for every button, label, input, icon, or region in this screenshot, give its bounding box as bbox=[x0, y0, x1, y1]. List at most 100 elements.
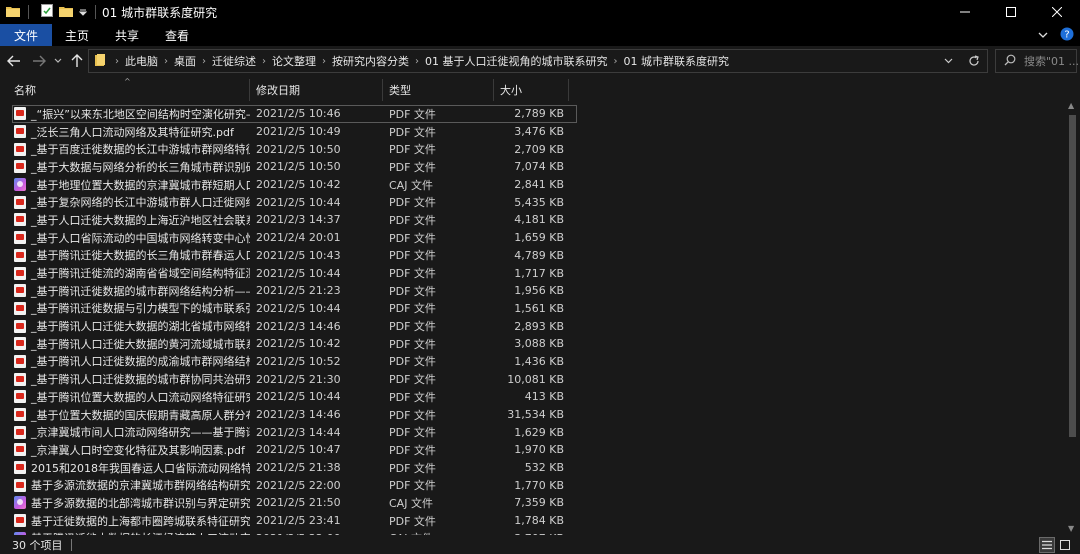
help-icon[interactable]: ? bbox=[1060, 27, 1074, 44]
scrollbar-thumb[interactable] bbox=[1069, 115, 1076, 437]
file-name-cell[interactable]: _京津冀城市间人口流动网络研究——基于腾讯... bbox=[0, 424, 250, 440]
file-name-cell[interactable]: 基于迁徙数据的上海都市圈跨城联系特征研究_... bbox=[0, 513, 250, 529]
tab-file[interactable]: 文件 bbox=[0, 24, 53, 46]
file-row[interactable]: 2015和2018年我国春运人口省际流动网络特征... 2021/2/5 21:3… bbox=[0, 459, 1064, 477]
file-row[interactable]: _京津冀城市间人口流动网络研究——基于腾讯... 2021/2/3 14:44 PD… bbox=[0, 423, 1064, 441]
file-row[interactable]: _泛长三角人口流动网络及其特征研究.pdf 2021/2/5 10:49 PDF 文… bbox=[0, 123, 1064, 141]
breadcrumb-separator[interactable]: › bbox=[614, 56, 618, 67]
expand-ribbon-icon[interactable] bbox=[1038, 28, 1048, 42]
minimize-button[interactable] bbox=[942, 0, 988, 24]
file-name-cell[interactable]: 基于多源数据的北部湾城市群识别与界定研究_... bbox=[0, 495, 250, 511]
breadcrumb-item[interactable]: 此电脑 bbox=[125, 53, 158, 69]
breadcrumb-item[interactable]: 桌面 bbox=[174, 53, 196, 69]
file-size: 532 KB bbox=[524, 461, 564, 475]
file-name-cell[interactable]: 2015和2018年我国春运人口省际流动网络特征... bbox=[0, 460, 250, 476]
file-name-cell[interactable]: _基于大数据与网络分析的长三角城市群识别研... bbox=[0, 159, 250, 175]
file-name-cell[interactable]: _基于腾讯人口迁徙数据的城市群协同共治研究... bbox=[0, 371, 250, 387]
file-row[interactable]: _基于百度迁徙数据的长江中游城市群网络特征... 2021/2/5 10:50 PD… bbox=[0, 140, 1064, 158]
file-row[interactable]: _基于人口省际流动的中国城市网络转变中心性... 2021/2/4 20:01 PD… bbox=[0, 229, 1064, 247]
tab-share[interactable]: 共享 bbox=[102, 24, 152, 46]
breadcrumb-item[interactable]: 01 城市群联系度研究 bbox=[624, 53, 730, 69]
file-type: PDF 文件 bbox=[389, 373, 436, 387]
breadcrumb-item[interactable]: 迁徙综述 bbox=[212, 53, 256, 69]
file-name-cell[interactable]: _基于人口迁徙大数据的上海近沪地区社会联系... bbox=[0, 212, 250, 228]
file-row[interactable]: _基于复杂网络的长江中游城市群人口迁徙网络... 2021/2/5 10:44 PD… bbox=[0, 193, 1064, 211]
quick-access-dropdown-icon[interactable] bbox=[78, 5, 88, 19]
details-view-button[interactable] bbox=[1039, 537, 1055, 553]
file-name-cell[interactable]: 基于腾讯迁徙大数据的长江经济带人口流动空间... bbox=[0, 530, 250, 535]
file-name-cell[interactable]: 基于多源流数据的京津冀城市群网络结构研究.p... bbox=[0, 477, 250, 493]
column-header-date[interactable]: 修改日期 bbox=[250, 79, 383, 101]
file-row[interactable]: 基于迁徙数据的上海都市圈跨城联系特征研究_... 2021/2/5 23:41 PD… bbox=[0, 512, 1064, 530]
file-name-cell[interactable]: _基于腾讯位置大数据的人口流动网络特征研究... bbox=[0, 389, 250, 405]
refresh-button[interactable] bbox=[961, 50, 987, 72]
properties-icon[interactable] bbox=[41, 4, 53, 20]
file-name-cell[interactable]: _基于腾讯迁徙数据与引力模型下的城市联系强... bbox=[0, 300, 250, 316]
tab-view[interactable]: 查看 bbox=[152, 24, 202, 46]
file-name-cell[interactable]: _基于地理位置大数据的京津冀城市群短期人口... bbox=[0, 177, 250, 193]
file-row[interactable]: 基于多源流数据的京津冀城市群网络结构研究.p... 2021/2/5 22:00 P… bbox=[0, 476, 1064, 494]
file-name-cell[interactable]: _基于腾讯迁徙大数据的长三角城市群春运人口... bbox=[0, 247, 250, 263]
forward-button[interactable] bbox=[28, 50, 50, 72]
search-box[interactable]: 搜索"01 ... bbox=[995, 49, 1079, 73]
file-row[interactable]: _京津冀人口时空变化特征及其影响因素.pdf 2021/2/5 10:47 PDF … bbox=[0, 441, 1064, 459]
file-row[interactable]: _基于腾讯位置大数据的人口流动网络特征研究... 2021/2/5 10:44 PD… bbox=[0, 388, 1064, 406]
file-row[interactable]: _基于人口迁徙大数据的上海近沪地区社会联系... 2021/2/3 14:37 PD… bbox=[0, 211, 1064, 229]
file-row[interactable]: _基于位置大数据的国庆假期青藏高原人群分布... 2021/2/3 14:46 PD… bbox=[0, 406, 1064, 424]
breadcrumb-item[interactable]: 论文整理 bbox=[272, 53, 316, 69]
file-row[interactable]: _基于腾讯迁徙数据与引力模型下的城市联系强... 2021/2/5 10:44 PD… bbox=[0, 300, 1064, 318]
file-row[interactable]: _基于腾讯迁徙数据的城市群网络结构分析——... 2021/2/5 21:23 PD… bbox=[0, 282, 1064, 300]
file-row[interactable]: _“振兴”以来东北地区空间结构时空演化研究—... 2021/2/5 10:46 P… bbox=[12, 105, 577, 123]
file-row[interactable]: 基于腾讯迁徙大数据的长江经济带人口流动空间...2021/2/5 22:00CA… bbox=[0, 530, 1064, 535]
address-dropdown-button[interactable] bbox=[935, 50, 961, 72]
file-name-cell[interactable]: _基于复杂网络的长江中游城市群人口迁徙网络... bbox=[0, 194, 250, 210]
column-header-size[interactable]: 大小 bbox=[494, 79, 569, 101]
file-name-cell[interactable]: _“振兴”以来东北地区空间结构时空演化研究—... bbox=[12, 106, 250, 122]
file-name-cell[interactable]: _基于位置大数据的国庆假期青藏高原人群分布... bbox=[0, 407, 250, 423]
file-name-cell[interactable]: _基于腾讯人口迁徙数据的成渝城市群网络结构... bbox=[0, 353, 250, 369]
breadcrumb-separator[interactable]: › bbox=[415, 56, 419, 67]
file-row[interactable]: _基于腾讯人口迁徙数据的成渝城市群网络结构... 2021/2/5 10:52 PD… bbox=[0, 353, 1064, 371]
breadcrumb-separator[interactable]: › bbox=[164, 56, 168, 67]
recent-locations-button[interactable] bbox=[53, 50, 63, 72]
file-type: PDF 文件 bbox=[389, 461, 436, 475]
file-name: 基于多源数据的北部湾城市群识别与界定研究_... bbox=[31, 496, 250, 510]
tab-home[interactable]: 主页 bbox=[52, 24, 102, 46]
file-name: _基于人口迁徙大数据的上海近沪地区社会联系... bbox=[31, 213, 250, 227]
large-icons-view-button[interactable] bbox=[1058, 538, 1072, 552]
file-name-cell[interactable]: _泛长三角人口流动网络及其特征研究.pdf bbox=[0, 124, 250, 140]
breadcrumb-separator[interactable]: › bbox=[322, 56, 326, 67]
file-row[interactable]: _基于腾讯迁徙大数据的长三角城市群春运人口... 2021/2/5 10:43 PD… bbox=[0, 247, 1064, 265]
file-row[interactable]: _基于腾讯人口迁徙大数据的黄河流域城市联系... 2021/2/5 10:42 PD… bbox=[0, 335, 1064, 353]
file-row[interactable]: 基于多源数据的北部湾城市群识别与界定研究_... 2021/2/5 21:50 CA… bbox=[0, 494, 1064, 512]
file-row[interactable]: _基于地理位置大数据的京津冀城市群短期人口... 2021/2/5 10:42 CA… bbox=[0, 176, 1064, 194]
file-name-cell[interactable]: _基于腾讯人口迁徙大数据的湖北省城市网络特... bbox=[0, 318, 250, 334]
scroll-up-icon[interactable]: ▲ bbox=[1068, 101, 1074, 110]
file-row[interactable]: _基于腾讯迁徙流的湖南省省域空间结构特征测... 2021/2/5 10:44 PD… bbox=[0, 264, 1064, 282]
new-folder-icon[interactable] bbox=[59, 5, 73, 20]
file-name-cell[interactable]: _基于百度迁徙数据的长江中游城市群网络特征... bbox=[0, 141, 250, 157]
file-name-cell[interactable]: _基于腾讯迁徙流的湖南省省域空间结构特征测... bbox=[0, 265, 250, 281]
column-header-name[interactable]: ^ 名称 bbox=[0, 77, 250, 101]
file-type: PDF 文件 bbox=[389, 125, 436, 139]
column-headers: ^ 名称 修改日期 类型 大小 bbox=[0, 77, 1070, 101]
up-button[interactable] bbox=[66, 50, 88, 72]
breadcrumb-separator[interactable]: › bbox=[202, 56, 206, 67]
file-name-cell[interactable]: _基于腾讯人口迁徙大数据的黄河流域城市联系... bbox=[0, 336, 250, 352]
file-name-cell[interactable]: _基于腾讯迁徙数据的城市群网络结构分析——... bbox=[0, 283, 250, 299]
scroll-down-icon[interactable]: ▼ bbox=[1068, 524, 1074, 533]
file-name-cell[interactable]: _京津冀人口时空变化特征及其影响因素.pdf bbox=[0, 442, 250, 458]
close-button[interactable] bbox=[1034, 0, 1080, 24]
back-button[interactable] bbox=[3, 50, 25, 72]
file-name-cell[interactable]: _基于人口省际流动的中国城市网络转变中心性... bbox=[0, 230, 250, 246]
file-row[interactable]: _基于大数据与网络分析的长三角城市群识别研... 2021/2/5 10:50 PD… bbox=[0, 158, 1064, 176]
maximize-button[interactable] bbox=[988, 0, 1034, 24]
breadcrumb-separator[interactable]: › bbox=[262, 56, 266, 67]
file-row[interactable]: _基于腾讯人口迁徙大数据的湖北省城市网络特... 2021/2/3 14:46 PD… bbox=[0, 317, 1064, 335]
file-row[interactable]: _基于腾讯人口迁徙数据的城市群协同共治研究... 2021/2/5 21:30 PD… bbox=[0, 370, 1064, 388]
breadcrumb-item[interactable]: 按研究内容分类 bbox=[332, 53, 409, 69]
address-bar[interactable]: › 此电脑 › 桌面 › 迁徙综述 › 论文整理 › 按研究内容分类 › 01 … bbox=[88, 49, 988, 73]
breadcrumb-item[interactable]: 01 基于人口迁徙视角的城市联系研究 bbox=[425, 53, 608, 69]
vertical-scrollbar[interactable]: ▲ ▼ bbox=[1066, 101, 1078, 533]
column-header-type[interactable]: 类型 bbox=[383, 79, 494, 101]
